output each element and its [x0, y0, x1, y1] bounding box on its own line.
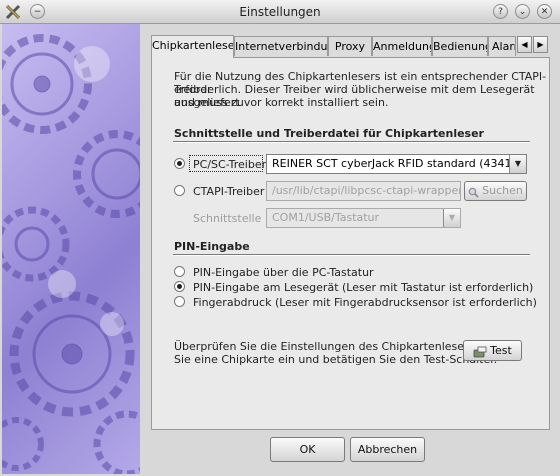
port-value: COM1/USB/Tastatur	[272, 211, 380, 224]
search-button[interactable]: Suchen	[464, 181, 527, 201]
pin-option2-radio[interactable]	[174, 281, 185, 292]
interface-section-heading: Schnittstelle und Treiberdatei für Chipk…	[174, 127, 484, 140]
pin-option1-label[interactable]: PIN-Eingabe über die PC-Tastatur	[193, 266, 374, 279]
pin-section-heading: PIN-Eingabe	[174, 240, 250, 253]
cancel-button[interactable]: Abbrechen	[350, 437, 425, 462]
pcsc-driver-select[interactable]: REINER SCT cyberJack RFID standard (4341…	[266, 154, 527, 174]
interface-separator	[173, 141, 530, 143]
tab-chipkartenleser[interactable]: Chipkartenleser	[151, 35, 234, 58]
minimize-button[interactable]: ⌄	[515, 4, 530, 19]
tab-proxy[interactable]: Proxy	[328, 36, 372, 56]
pin-option2-label[interactable]: PIN-Eingabe am Lesegerät (Leser mit Tast…	[193, 281, 533, 294]
help-button[interactable]: ?	[493, 4, 508, 19]
chevron-down-icon[interactable]: ▼	[443, 209, 460, 227]
tab-scroll-right-button[interactable]: ▶	[533, 36, 548, 53]
ctapi-radio[interactable]	[174, 185, 185, 196]
test-button-label: Test	[490, 344, 512, 357]
search-icon	[468, 186, 479, 198]
pcsc-driver-value: REINER SCT cyberJack RFID standard (4341…	[272, 157, 527, 170]
ok-button[interactable]: OK	[270, 437, 345, 462]
ctapi-path-field[interactable]: /usr/lib/ctapi/libpcsc-ctapi-wrapper.so	[266, 181, 461, 201]
window-title: Einstellungen	[239, 5, 321, 19]
intro-text-line3: und muss zuvor korrekt installiert sein.	[174, 96, 389, 109]
decorative-gears-image	[2, 24, 140, 474]
tab-bar: Chipkartenleser Internetverbindung Proxy…	[151, 35, 551, 58]
chevron-down-icon[interactable]: ▼	[509, 155, 526, 173]
card-reader-icon	[473, 345, 487, 358]
search-button-label: Suchen	[482, 184, 523, 197]
test-text-line2: Sie eine Chipkarte ein und betätigen Sie…	[174, 353, 498, 366]
test-button[interactable]: Test	[463, 340, 522, 361]
pin-option1-radio[interactable]	[174, 266, 185, 277]
pin-option3-radio[interactable]	[174, 296, 185, 307]
pcsc-radio[interactable]	[174, 158, 185, 169]
port-select[interactable]: COM1/USB/Tastatur ▼	[266, 208, 461, 228]
title-bar: − Einstellungen ? ⌄ ✕	[0, 0, 560, 24]
port-label: Schnittstelle	[193, 212, 262, 225]
tab-anmeldung[interactable]: Anmeldung	[372, 36, 432, 56]
ctapi-label[interactable]: CTAPI-Treiber	[193, 185, 264, 198]
ctapi-path-value: /usr/lib/ctapi/libpcsc-ctapi-wrapper.so	[272, 184, 461, 197]
gears-illustration	[2, 34, 140, 474]
tab-scroll-left-button[interactable]: ◀	[517, 36, 532, 53]
tab-bedienung[interactable]: Bedienung	[432, 36, 488, 56]
pin-separator	[173, 254, 530, 256]
close-button[interactable]: ✕	[537, 4, 552, 19]
tab-alarm[interactable]: Alarm	[488, 36, 516, 56]
tab-internetverbindung[interactable]: Internetverbindung	[234, 36, 328, 56]
pcsc-label[interactable]: PC/SC-Treiber	[193, 158, 266, 171]
pin-option3-label[interactable]: Fingerabdruck (Leser mit Fingerabdruckse…	[193, 296, 537, 309]
